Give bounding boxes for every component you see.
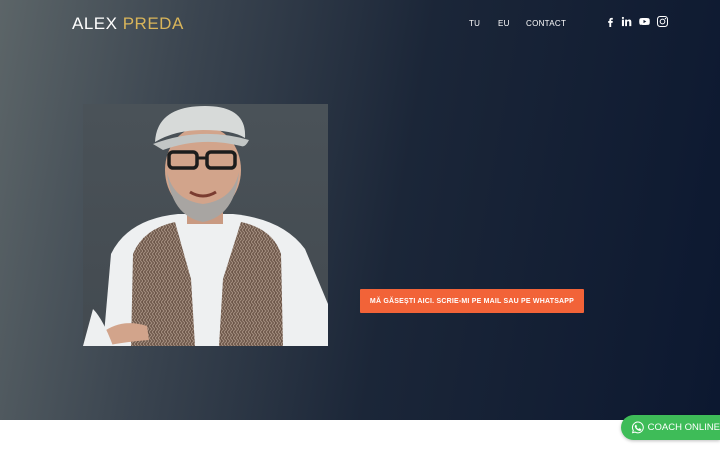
portrait-illustration bbox=[83, 106, 328, 346]
linkedin-icon[interactable] bbox=[621, 16, 632, 30]
instagram-icon[interactable] bbox=[657, 16, 668, 30]
whatsapp-chat-button[interactable]: COACH ONLINE bbox=[621, 415, 720, 440]
facebook-icon[interactable] bbox=[605, 16, 616, 30]
nav-item-tu[interactable]: TU bbox=[469, 19, 480, 28]
hero-section: ALEX PREDA TU EU CONTACT MĂ GĂSEȘTI AICI… bbox=[0, 0, 720, 420]
youtube-icon[interactable] bbox=[639, 16, 650, 30]
nav-item-eu[interactable]: EU bbox=[498, 19, 510, 28]
coach-portrait bbox=[83, 104, 328, 346]
whatsapp-icon bbox=[631, 421, 644, 434]
nav-item-contact[interactable]: CONTACT bbox=[526, 19, 566, 28]
whatsapp-label: COACH ONLINE bbox=[647, 422, 720, 433]
contact-cta-button[interactable]: MĂ GĂSEȘTI AICI. SCRIE-MI PE MAIL SAU PE… bbox=[360, 289, 584, 313]
